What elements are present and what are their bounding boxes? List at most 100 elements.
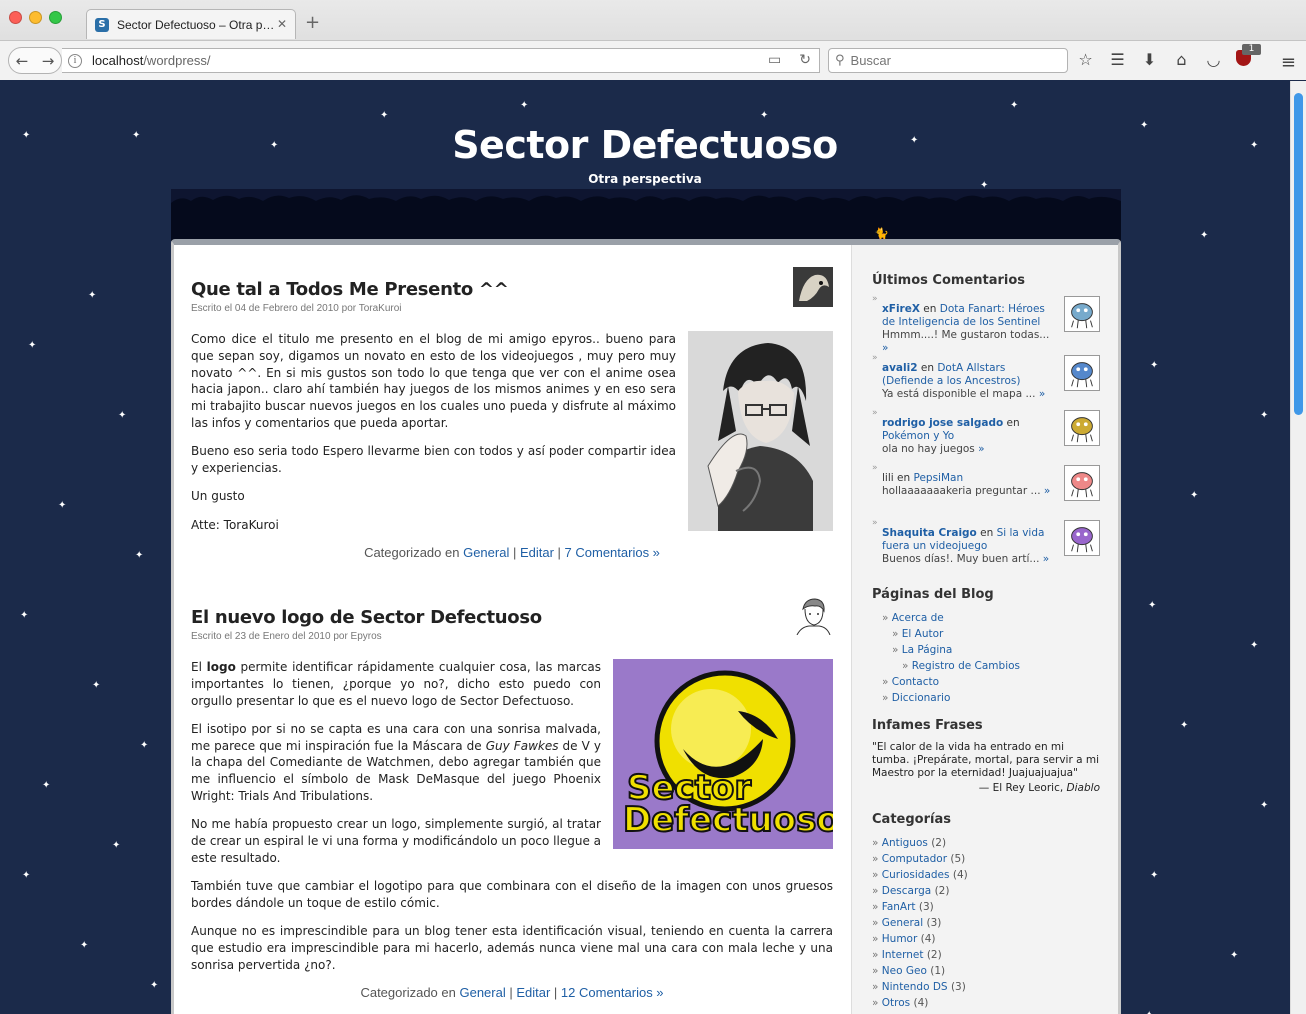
comments-link[interactable]: 12 Comentarios » xyxy=(561,985,664,1000)
url-path: /wordpress/ xyxy=(143,53,211,68)
comment-on-text: en xyxy=(1006,417,1020,429)
comment-more-link[interactable]: » xyxy=(1044,485,1050,497)
category-list-item: Internet (2) xyxy=(872,947,1100,963)
ublock-icon[interactable]: 1 xyxy=(1236,44,1261,69)
comment-more-link[interactable]: » xyxy=(1043,553,1049,565)
search-icon: ⚲ xyxy=(835,53,845,68)
category-list-item: General (3) xyxy=(872,915,1100,931)
recent-comments-list: » xFireX en Dota Fanart: Héroes de Inteli… xyxy=(872,294,1100,575)
recent-comments-title: Últimos Comentarios xyxy=(872,273,1026,288)
tab-close-icon[interactable]: ✕ xyxy=(277,17,287,31)
back-arrow-icon[interactable]: ← xyxy=(9,52,35,70)
comment-post-link[interactable]: PepsiMan xyxy=(913,472,963,484)
comment-author[interactable]: avali2 xyxy=(882,362,918,374)
page-link[interactable]: Diccionario xyxy=(892,692,951,704)
post-title[interactable]: El nuevo logo de Sector Defectuoso xyxy=(191,607,833,628)
page-link[interactable]: La Página xyxy=(902,644,953,656)
quotes-section: Infames Frases "El calor de la vida ha e… xyxy=(872,718,1100,794)
comment-more-link[interactable]: » xyxy=(1039,388,1045,400)
reader-view-icon[interactable]: ▭ xyxy=(768,52,781,68)
categories-list: Antiguos (2)Computador (5)Curiosidades (… xyxy=(872,835,1100,1014)
edit-link[interactable]: Editar xyxy=(520,545,554,560)
comment-more-link[interactable]: » xyxy=(978,443,984,455)
search-bar[interactable]: ⚲ xyxy=(828,48,1068,73)
italic-text: Guy Fawkes xyxy=(485,738,559,753)
category-link[interactable]: General xyxy=(882,917,923,929)
recent-comment-item: » lili en PepsiMan hollaaaaaaakeria pregun… xyxy=(872,464,1100,520)
category-link[interactable]: FanArt xyxy=(882,901,916,913)
category-link[interactable]: Antiguos xyxy=(882,837,928,849)
commenter-avatar-icon xyxy=(1064,465,1100,501)
quotes-title: Infames Frases xyxy=(872,718,983,733)
category-link[interactable]: Neo Geo xyxy=(882,965,927,977)
star-icon: ✦ xyxy=(20,610,29,621)
category-link[interactable]: Computador xyxy=(882,853,947,865)
recent-comment-item: » xFireX en Dota Fanart: Héroes de Inteli… xyxy=(872,294,1100,355)
post-title[interactable]: Que tal a Todos Me Presento ^^ xyxy=(191,279,833,300)
address-bar[interactable]: i localhost/wordpress/ ▭ ↻ xyxy=(62,48,820,73)
categories-title: Categorías xyxy=(872,812,951,827)
logo-text-line2: Defectuoso xyxy=(623,800,833,840)
pocket-icon[interactable]: ◡ xyxy=(1204,50,1223,69)
category-count: (4) xyxy=(920,933,936,945)
bullet: » xyxy=(872,294,878,304)
close-window-button[interactable] xyxy=(9,11,22,24)
bullet: » xyxy=(872,408,878,418)
star-icon: ✦ xyxy=(1260,410,1269,421)
comment-excerpt: Hmmm....! Me gustaron todas... xyxy=(882,329,1050,341)
scrollbar-thumb[interactable] xyxy=(1294,93,1303,415)
star-icon: ✦ xyxy=(1260,800,1269,811)
nav-buttons: ← → xyxy=(8,47,62,74)
new-tab-button[interactable]: + xyxy=(305,14,320,32)
downloads-icon[interactable]: ⬇ xyxy=(1140,50,1159,69)
browser-tab[interactable]: S Sector Defectuoso – Otra perspectiva ✕ xyxy=(86,9,296,39)
category-link[interactable]: Otros xyxy=(882,997,910,1009)
post-paragraph: Aunque no es imprescindible para un blog… xyxy=(191,924,833,972)
minimize-window-button[interactable] xyxy=(29,11,42,24)
page-scrollbar[interactable] xyxy=(1290,81,1306,1014)
tab-title: Sector Defectuoso – Otra perspectiva xyxy=(117,17,277,32)
bookmarks-list-icon[interactable]: ☰ xyxy=(1108,50,1127,69)
category-count: (4) xyxy=(913,997,929,1009)
category-link[interactable]: Descarga xyxy=(882,885,931,897)
category-count: (4) xyxy=(952,869,968,881)
webpage: ✦✦✦✦✦✦✦✦✦✦✦✦✦✦✦✦✦✦✦✦✦✦✦✦✦✦✦✦✦✦✦✦✦✦✦✦ Sec… xyxy=(0,81,1290,1014)
category-link[interactable]: Internet xyxy=(882,949,924,961)
commenter-avatar-icon xyxy=(1064,296,1100,332)
category-link[interactable]: Humor xyxy=(882,933,918,945)
home-icon[interactable]: ⌂ xyxy=(1172,50,1191,69)
page-list-item: Diccionario xyxy=(872,690,1100,706)
recent-comments-section: Últimos Comentarios » xFireX en Dota Fana… xyxy=(872,273,1100,575)
bookmark-star-icon[interactable]: ☆ xyxy=(1076,50,1095,69)
search-input[interactable] xyxy=(850,53,1051,68)
page-link[interactable]: Contacto xyxy=(892,676,939,688)
forward-arrow-icon[interactable]: → xyxy=(35,52,61,70)
star-icon: ✦ xyxy=(80,940,89,951)
comments-link[interactable]: 7 Comentarios » xyxy=(565,545,660,560)
site-info-icon[interactable]: i xyxy=(68,53,82,68)
page-link[interactable]: El Autor xyxy=(902,628,944,640)
page-link[interactable]: Registro de Cambios xyxy=(912,660,1020,672)
post-body: Como dice el titulo me presento en el bl… xyxy=(191,331,833,533)
category-link[interactable]: General xyxy=(463,545,509,560)
category-link[interactable]: General xyxy=(459,985,505,1000)
category-count: (2) xyxy=(931,837,947,849)
browser-chrome: S Sector Defectuoso – Otra perspectiva ✕… xyxy=(0,0,1306,80)
site-title[interactable]: Sector Defectuoso xyxy=(0,123,1290,167)
category-link[interactable]: Curiosidades xyxy=(882,869,950,881)
page-link[interactable]: Acerca de xyxy=(892,612,944,624)
hamburger-menu-icon[interactable]: ≡ xyxy=(1281,52,1296,73)
comment-author[interactable]: rodrigo jose salgado xyxy=(882,417,1003,429)
recent-comment-item: » rodrigo jose salgado en Pokémon y Yo ola… xyxy=(872,408,1100,465)
category-link[interactable]: Nintendo DS xyxy=(882,981,948,993)
edit-link[interactable]: Editar xyxy=(516,985,550,1000)
comment-author[interactable]: xFireX xyxy=(882,303,920,315)
comment-post-link[interactable]: Pokémon y Yo xyxy=(882,430,954,442)
comment-author[interactable]: Shaquita Craigo xyxy=(882,527,977,539)
maximize-window-button[interactable] xyxy=(49,11,62,24)
comment-more-link[interactable]: » xyxy=(882,342,888,354)
reload-icon[interactable]: ↻ xyxy=(799,52,811,68)
url-text[interactable]: localhost/wordpress/ xyxy=(92,53,211,68)
star-icon: ✦ xyxy=(22,870,31,881)
star-icon: ✦ xyxy=(1230,950,1239,961)
